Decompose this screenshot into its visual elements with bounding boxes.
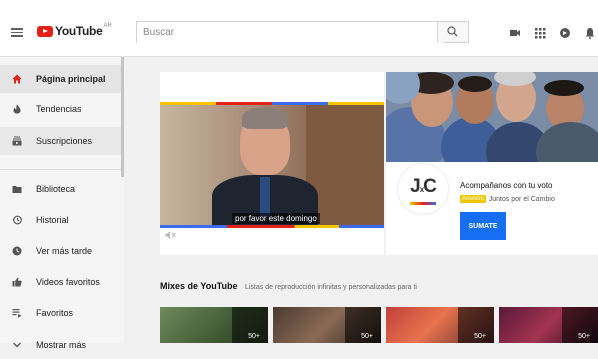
- sidebar-item-history[interactable]: Historial: [0, 206, 124, 234]
- mix-thumbnail[interactable]: 50+: [386, 307, 494, 343]
- search-icon: [447, 26, 458, 37]
- create-video-icon[interactable]: [509, 27, 521, 39]
- search-box: [136, 21, 469, 43]
- youtube-play-icon: [37, 25, 53, 37]
- playlist-icon: [12, 309, 22, 318]
- sidebar-item-label: Tendencias: [36, 104, 82, 114]
- sidebar-item-label: Suscripciones: [36, 136, 93, 146]
- playlist-count: 50+: [578, 333, 590, 340]
- flame-icon: [13, 104, 21, 114]
- sidebar-item-label: Favoritos: [36, 308, 74, 318]
- advertiser-logo[interactable]: JxC: [398, 164, 448, 214]
- playlist-count-overlay: 50+: [345, 307, 381, 343]
- playlist-count: 50+: [361, 333, 373, 340]
- masthead: YouTube AR: [0, 10, 598, 57]
- sidebar-item-home[interactable]: Página principal: [0, 65, 124, 93]
- sidebar-item-show-more[interactable]: Mostrar más: [0, 331, 124, 359]
- video-subtitle: por favor este domingo: [232, 213, 320, 224]
- playlist-count-overlay: 50+: [562, 307, 598, 343]
- playlist-count-overlay: 50+: [232, 307, 268, 343]
- subscriptions-icon: [12, 136, 22, 146]
- sumate-button[interactable]: SUMATE: [460, 212, 506, 240]
- mixes-description: Listas de reproducción infinitas y perso…: [244, 284, 417, 291]
- logo-region: AR: [103, 23, 112, 29]
- youtube-logo[interactable]: YouTube AR: [37, 23, 112, 38]
- sidebar-item-label: Videos favoritos: [36, 277, 100, 287]
- hero-video-card[interactable]: por favor este domingo: [160, 72, 384, 255]
- playlist-count: 50+: [474, 333, 486, 340]
- folder-icon: [12, 186, 22, 193]
- search-button[interactable]: [437, 22, 468, 42]
- mix-thumbnail[interactable]: 50+: [160, 307, 268, 343]
- logo-letter-j: J: [410, 176, 421, 197]
- sidebar-item-trending[interactable]: Tendencias: [0, 95, 124, 123]
- apps-grid-icon[interactable]: [534, 27, 546, 39]
- hero-video-player[interactable]: por favor este domingo: [160, 105, 384, 225]
- search-input[interactable]: [137, 22, 443, 43]
- playlist-count: 50+: [248, 333, 260, 340]
- hamburger-menu-icon[interactable]: [11, 26, 23, 38]
- thumbs-up-icon: [12, 277, 22, 287]
- sidebar-item-label: Ver más tarde: [36, 246, 93, 256]
- ad-card[interactable]: JxC Acompañanos con tu voto Anuncio Junt…: [386, 72, 598, 255]
- sidebar-item-label: Historial: [36, 215, 69, 225]
- sidebar-item-library[interactable]: Biblioteca: [0, 175, 124, 203]
- logo-text: YouTube: [55, 24, 103, 38]
- mix-thumbnail[interactable]: 50+: [273, 307, 381, 343]
- brand-stripe-bottom: [160, 225, 384, 228]
- ad-meta: Anuncio Juntos por el Cambio: [460, 195, 555, 203]
- mixes-title: Mixes de YouTube: [160, 281, 238, 291]
- sidebar-item-favorites[interactable]: Favoritos: [0, 299, 124, 327]
- chevron-down-icon: [13, 342, 21, 348]
- mute-icon[interactable]: [165, 230, 176, 240]
- sidebar-item-label: Página principal: [36, 74, 106, 84]
- mixes-section-heading: Mixes de YouTube Listas de reproducción …: [160, 276, 417, 294]
- ad-sponsor: Juntos por el Cambio: [488, 195, 555, 203]
- ad-crowd-image: [386, 72, 598, 162]
- sidebar-item-liked-videos[interactable]: Videos favoritos: [0, 268, 124, 296]
- clock-icon: [12, 246, 22, 256]
- history-icon: [12, 215, 22, 225]
- sidebar-item-label: Mostrar más: [36, 340, 87, 350]
- home-icon: [12, 74, 22, 84]
- notifications-bell-icon[interactable]: [584, 27, 596, 39]
- playlist-count-overlay: 50+: [458, 307, 494, 343]
- mix-thumbnail[interactable]: 50+: [499, 307, 598, 343]
- logo-letter-c: C: [423, 176, 437, 197]
- sidebar-item-label: Biblioteca: [36, 184, 76, 194]
- messages-icon[interactable]: [559, 27, 571, 39]
- ad-title[interactable]: Acompañanos con tu voto: [460, 181, 553, 190]
- sidebar: Página principal Tendencias Suscripcione…: [0, 57, 124, 350]
- sidebar-divider: [0, 169, 124, 170]
- sidebar-item-subscriptions[interactable]: Suscripciones: [0, 127, 124, 155]
- ad-badge: Anuncio: [460, 195, 486, 203]
- sidebar-item-watch-later[interactable]: Ver más tarde: [0, 237, 124, 265]
